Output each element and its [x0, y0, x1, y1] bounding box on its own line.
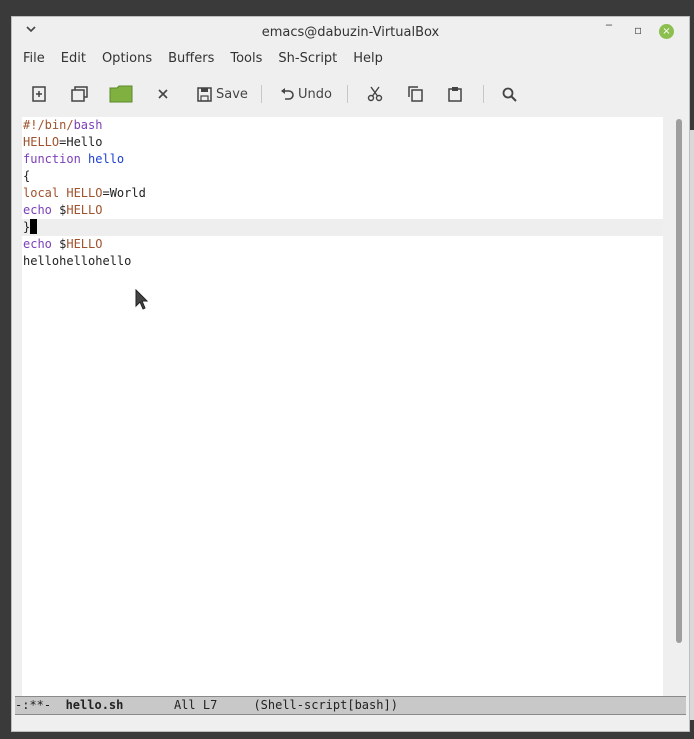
undo-button[interactable]: Undo — [280, 77, 332, 111]
code-token: HELLO — [66, 203, 103, 217]
minimize-button[interactable]: ‾ — [606, 23, 612, 37]
code-line[interactable]: echo $HELLO — [22, 202, 663, 219]
modeline-status: -:**- — [15, 698, 52, 712]
code-token: bash — [73, 118, 103, 132]
code-token: local — [23, 186, 60, 200]
title-bar: emacs@dabuzin-VirtualBox ‾ ▫ × — [12, 17, 689, 47]
dired-icon[interactable] — [71, 77, 89, 111]
mouse-pointer-icon — [135, 289, 149, 310]
menu-options[interactable]: Options — [102, 51, 152, 66]
close-buffer-icon[interactable] — [158, 77, 168, 111]
undo-label: Undo — [298, 86, 332, 102]
menu-sh-script[interactable]: Sh-Script — [278, 51, 337, 66]
code-token: HELLO — [66, 237, 103, 251]
mode-line: -:**- hello.sh All L7 (Shell-script[bash… — [15, 696, 686, 715]
code-token: #!/bin/ — [23, 118, 74, 132]
paste-icon[interactable] — [448, 77, 462, 111]
window-menu-icon[interactable] — [26, 23, 36, 37]
text-cursor — [30, 219, 38, 234]
code-token: HELLO — [66, 186, 103, 200]
menu-help[interactable]: Help — [353, 51, 383, 66]
code-token: HELLO — [23, 135, 60, 149]
undo-icon — [281, 88, 294, 100]
vertical-scrollbar[interactable] — [676, 119, 682, 643]
close-button[interactable]: × — [659, 24, 674, 39]
save-label: Save — [216, 86, 248, 102]
menu-edit[interactable]: Edit — [61, 51, 86, 66]
code-line[interactable]: function hello — [22, 151, 663, 168]
menu-buffers[interactable]: Buffers — [168, 51, 214, 66]
code-line[interactable]: local HELLO=World — [22, 185, 663, 202]
code-token: =World — [102, 186, 146, 200]
code-token: echo — [23, 203, 52, 217]
code-line[interactable]: hellohellohello — [22, 253, 663, 270]
code-token: $ — [51, 237, 67, 251]
toolbar-separator — [483, 85, 484, 103]
menu-bar: File Edit Options Buffers Tools Sh-Scrip… — [12, 47, 689, 69]
modeline-position: All L7 — [173, 698, 218, 712]
tool-bar: Save Undo — [12, 77, 689, 111]
toolbar-separator — [347, 85, 348, 103]
code-line[interactable]: { — [22, 168, 663, 185]
search-icon[interactable] — [502, 77, 517, 111]
code-token: =Hello — [59, 135, 103, 149]
code-line[interactable]: #!/bin/bash — [22, 117, 663, 134]
window-title: emacs@dabuzin-VirtualBox — [261, 24, 440, 40]
save-icon — [197, 86, 212, 102]
code-token: hellohellohello — [23, 254, 132, 268]
menu-file[interactable]: File — [23, 51, 45, 66]
open-folder-icon[interactable] — [109, 77, 133, 111]
menu-tools[interactable]: Tools — [230, 51, 262, 66]
toolbar-separator — [261, 85, 262, 103]
copy-icon[interactable] — [408, 77, 423, 111]
code-token: $ — [51, 203, 67, 217]
code-token: { — [23, 169, 31, 183]
new-file-icon[interactable] — [32, 77, 46, 111]
code-token: function — [23, 152, 81, 166]
modeline-buffer-name: hello.sh — [65, 698, 124, 712]
current-code-line[interactable]: } — [22, 219, 663, 236]
cut-icon[interactable] — [367, 77, 383, 111]
restore-button[interactable]: ▫ — [634, 23, 642, 37]
background-window-edge — [690, 130, 694, 720]
emacs-window: emacs@dabuzin-VirtualBox ‾ ▫ × File Edit… — [11, 16, 690, 732]
code-token: hello — [88, 152, 125, 166]
code-token: } — [23, 220, 31, 234]
code-line[interactable]: HELLO=Hello — [22, 134, 663, 151]
code-line[interactable]: echo $HELLO — [22, 236, 663, 253]
code-token: echo — [23, 237, 52, 251]
modeline-mode: (Shell-script[bash]) — [253, 698, 398, 712]
save-button[interactable]: Save — [197, 77, 248, 111]
text-editor-area[interactable]: #!/bin/bash HELLO=Hello function hello{loc… — [22, 117, 663, 696]
